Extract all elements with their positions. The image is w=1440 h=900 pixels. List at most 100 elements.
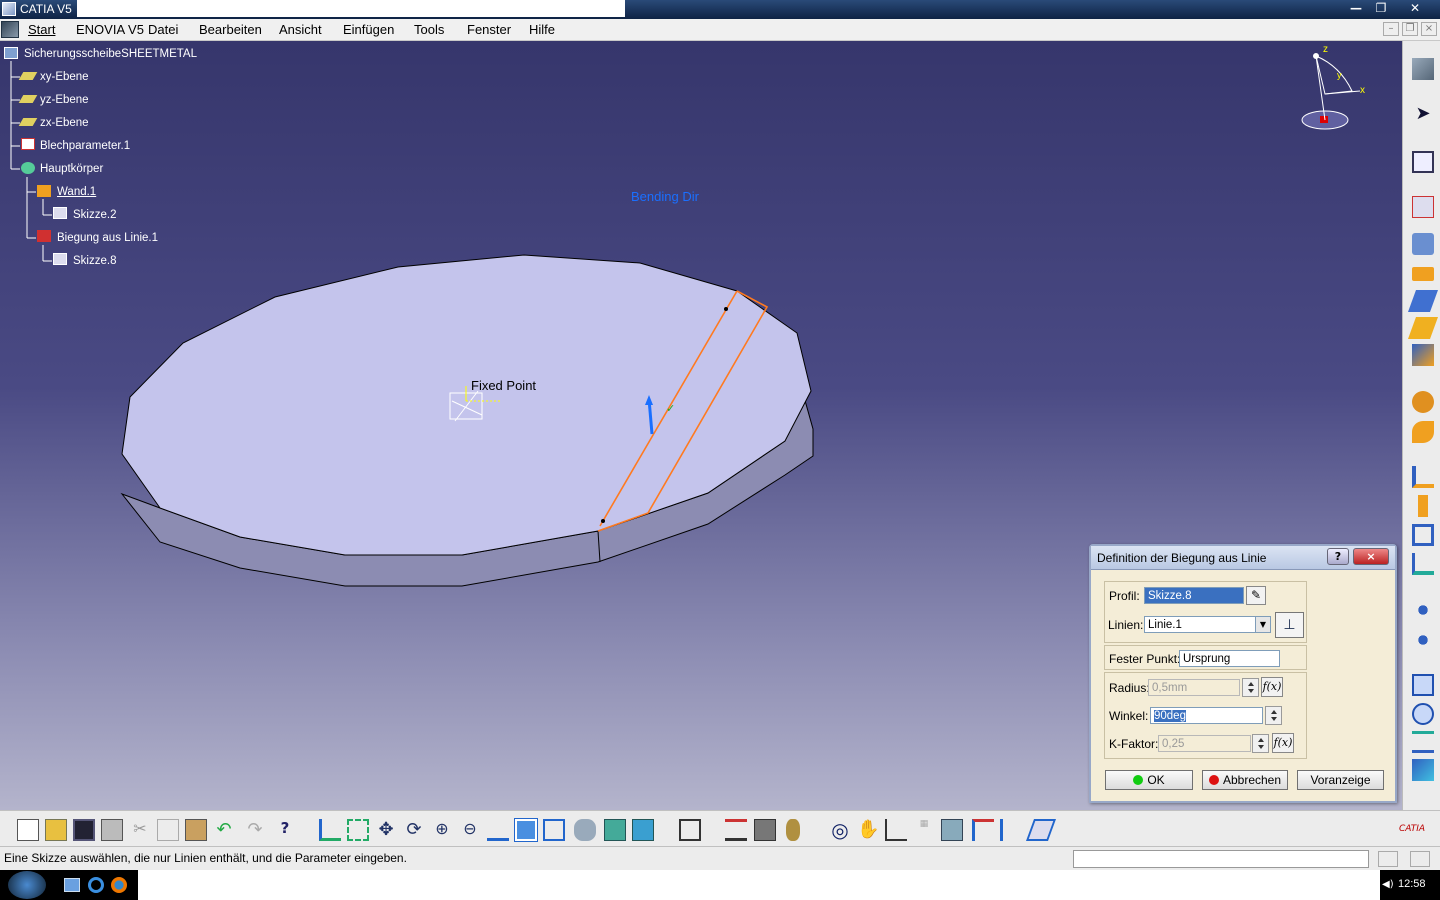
tree-node-zx-plane[interactable]: zx-Ebene (40, 116, 89, 130)
normal-view-icon[interactable] (487, 819, 509, 841)
point-mapping-icon[interactable] (1412, 524, 1434, 546)
cut-icon[interactable]: ✂ (129, 819, 151, 841)
zoom-in-icon[interactable]: ⊕ (431, 819, 453, 841)
folding-icon[interactable] (1418, 495, 1428, 517)
new-icon[interactable] (17, 819, 39, 841)
status-button-1-icon[interactable] (1378, 851, 1398, 867)
print-icon[interactable] (101, 819, 123, 841)
update-icon[interactable] (679, 819, 701, 841)
tree-node-sketch-2[interactable]: Skizze.2 (73, 208, 116, 222)
measure-icon[interactable] (725, 819, 747, 841)
punch-icon[interactable] (1412, 703, 1434, 725)
menu-fenster[interactable]: Fenster (467, 22, 511, 37)
tree-node-sheetmetal-parameters[interactable]: Blechparameter.1 (40, 139, 130, 153)
kfactor-field[interactable]: 0,25 (1158, 735, 1251, 752)
firefox-icon[interactable] (111, 877, 127, 893)
redo-icon[interactable]: ↷ (244, 819, 266, 841)
sketcher-icon[interactable] (1412, 151, 1434, 173)
unfolding-icon[interactable] (1412, 466, 1434, 488)
fly-mode-icon[interactable] (319, 819, 341, 841)
show-desktop-icon[interactable] (64, 878, 80, 892)
kfactor-formula-button[interactable]: f(x) (1272, 733, 1294, 753)
chevron-down-icon[interactable]: ▼ (1255, 616, 1271, 633)
ok-button[interactable]: OK (1105, 770, 1193, 790)
start-orb-icon[interactable] (8, 871, 46, 899)
tree-node-xy-plane[interactable]: xy-Ebene (40, 70, 89, 84)
catalog-icon[interactable] (941, 819, 963, 841)
lines-select[interactable]: Linie.1 (1144, 616, 1261, 633)
tree-node-yz-plane[interactable]: yz-Ebene (40, 93, 89, 107)
line-list-icon[interactable]: ⊥ (1275, 612, 1304, 638)
multi-view-icon[interactable] (514, 818, 538, 842)
dialog-help-button[interactable]: ? (1327, 548, 1349, 565)
sheetmetal-parameters-icon[interactable] (21, 138, 35, 150)
angle-spinner-icon[interactable] (1265, 706, 1282, 725)
open-icon[interactable] (45, 819, 67, 841)
volume-icon[interactable]: ◀) (1382, 879, 1394, 890)
swap-visible-space-icon[interactable] (632, 819, 654, 841)
corner-relief-icon[interactable] (1412, 629, 1434, 651)
body-icon[interactable] (21, 162, 35, 174)
sketch-icon[interactable] (53, 207, 67, 219)
whats-this-icon[interactable]: ? (274, 819, 296, 841)
tree-root[interactable]: SicherungsscheibeSHEETMETAL (24, 47, 197, 61)
catia-start-icon[interactable] (1, 21, 19, 38)
swept-walls-icon[interactable] (1412, 344, 1434, 366)
cancel-button[interactable]: Abbrechen (1202, 770, 1288, 790)
recognize-icon[interactable] (1412, 233, 1434, 255)
shading-icon[interactable] (574, 819, 596, 841)
fixed-point-field[interactable]: Ursprung (1179, 650, 1280, 667)
radius-formula-button[interactable]: f(x) (1261, 677, 1283, 697)
close-icon[interactable]: ✕ (1404, 1, 1426, 16)
tree-node-bend-from-line[interactable]: Biegung aus Linie.1 (57, 231, 158, 245)
part-icon[interactable] (4, 47, 18, 59)
apply-material-icon[interactable] (786, 819, 800, 841)
angle-field[interactable]: 90deg (1150, 707, 1263, 724)
undo-icon[interactable]: ↶ (213, 819, 235, 841)
flanged-cutout-icon[interactable] (1412, 731, 1434, 753)
sheetmetal-parameters-tool-icon[interactable] (1412, 196, 1434, 218)
restore-icon[interactable]: ❐ (1370, 1, 1392, 16)
radius-spinner-icon[interactable] (1242, 678, 1259, 697)
tree-node-main-body[interactable]: Hauptkörper (40, 162, 103, 176)
save-as-dxf-icon[interactable] (1412, 759, 1434, 781)
hand-icon[interactable]: ✋ (857, 819, 879, 841)
bend-icon[interactable] (1412, 391, 1434, 413)
menu-datei[interactable]: Datei (148, 22, 178, 37)
stamp-icon[interactable] (1412, 674, 1434, 696)
bend-from-flat-icon[interactable] (37, 230, 51, 242)
menu-enovia[interactable]: ENOVIA V5 (76, 22, 144, 37)
sketch-icon[interactable] (53, 253, 67, 265)
mdi-close-icon[interactable]: × (1421, 22, 1437, 36)
menu-tools[interactable]: Tools (414, 22, 444, 37)
bend-from-flat-tool-icon[interactable] (1412, 421, 1434, 443)
hide-show-icon[interactable] (604, 819, 626, 841)
wall-on-edge-icon[interactable] (1407, 290, 1439, 312)
save-icon[interactable] (73, 819, 95, 841)
internet-explorer-icon[interactable] (88, 877, 104, 893)
knowledge-icon[interactable]: ◎ (829, 819, 851, 841)
workbench-icon[interactable] (1412, 58, 1434, 80)
pan-icon[interactable]: ✥ (375, 819, 397, 841)
menu-bearbeiten[interactable]: Bearbeiten (199, 22, 262, 37)
measure-inertia-icon[interactable] (754, 819, 776, 841)
copy-icon[interactable] (157, 819, 179, 841)
minimize-icon[interactable]: — (1345, 1, 1367, 16)
command-input[interactable] (1073, 850, 1369, 868)
zoom-out-icon[interactable]: ⊖ (459, 819, 481, 841)
mdi-minimize-icon[interactable]: – (1383, 22, 1399, 36)
preview-button[interactable]: Voranzeige (1297, 770, 1384, 790)
sheet-icon[interactable] (1025, 819, 1057, 841)
menu-ansicht[interactable]: Ansicht (279, 22, 322, 37)
profile-field[interactable]: Skizze.8 (1144, 587, 1244, 604)
iso-view-icon[interactable] (543, 819, 565, 841)
paste-icon[interactable] (185, 819, 207, 841)
edit-sketch-icon[interactable]: ✎ (1246, 586, 1266, 605)
select-arrow-icon[interactable]: ➤ (1412, 103, 1434, 125)
axis-system-icon[interactable] (885, 819, 907, 841)
fit-all-icon[interactable] (347, 819, 369, 841)
rotate-icon[interactable]: ⟳ (403, 819, 425, 841)
dialog-close-button[interactable]: × (1353, 548, 1389, 565)
grid-icon[interactable] (972, 819, 994, 841)
menu-einfuegen[interactable]: Einfügen (343, 22, 394, 37)
